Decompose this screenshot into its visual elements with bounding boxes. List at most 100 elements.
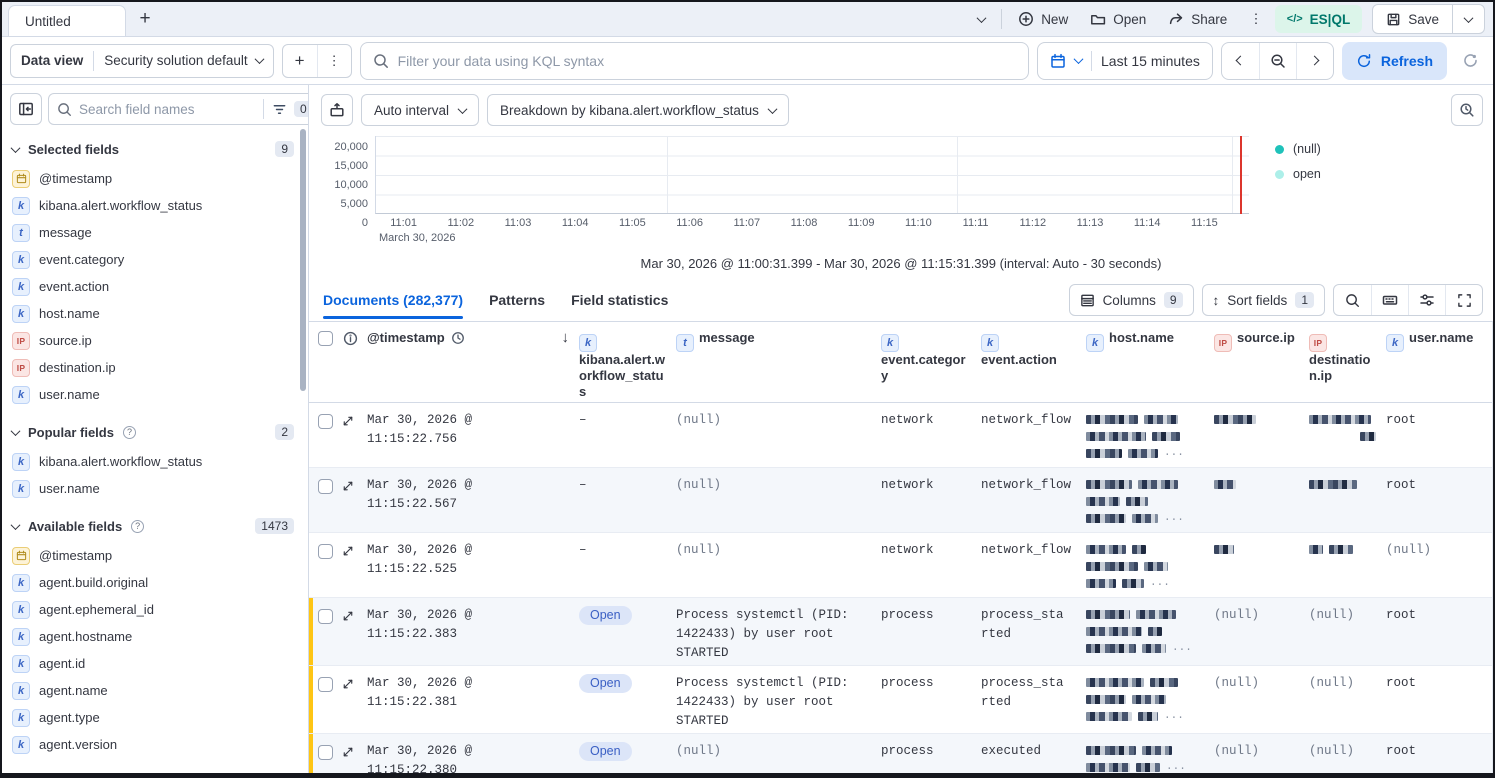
field-item-agent-type[interactable]: kagent.type: [10, 704, 298, 731]
row-checkbox[interactable]: [318, 544, 333, 559]
kql-search-box[interactable]: [360, 42, 1029, 80]
time-range-picker[interactable]: Last 15 minutes: [1037, 42, 1213, 80]
sort-fields-button[interactable]: ↕ Sort fields 1: [1202, 284, 1325, 316]
row-checkbox[interactable]: [318, 677, 333, 692]
cell-source-ip[interactable]: (null): [1212, 604, 1307, 665]
zoom-out-time-button[interactable]: [1259, 43, 1296, 79]
cell-workflow-status[interactable]: –: [577, 409, 674, 467]
columns-button[interactable]: Columns 9: [1069, 284, 1194, 316]
legend-item-open[interactable]: open: [1275, 167, 1485, 181]
column-header-event-category[interactable]: kevent.category: [879, 330, 979, 400]
cell-destination-ip[interactable]: (null): [1307, 604, 1384, 665]
cell-user-name[interactable]: root: [1384, 740, 1492, 773]
search-in-table-button[interactable]: [1334, 285, 1371, 315]
cell-destination-ip-redacted[interactable]: [1307, 539, 1384, 597]
cell-event-action[interactable]: executed: [979, 740, 1084, 773]
field-item-timestamp[interactable]: @timestamp: [10, 542, 298, 569]
field-item-timestamp[interactable]: @timestamp: [10, 165, 298, 192]
select-all-checkbox[interactable]: [318, 331, 333, 346]
row-checkbox[interactable]: [318, 414, 333, 429]
save-options-chevron[interactable]: [1452, 5, 1484, 33]
cell-message[interactable]: (null): [674, 539, 879, 597]
legend-item-null[interactable]: (null): [1275, 142, 1485, 156]
cell-message[interactable]: (null): [674, 740, 879, 773]
field-item-workflow-status[interactable]: kkibana.alert.workflow_status: [10, 192, 298, 219]
field-item-workflow-status[interactable]: kkibana.alert.workflow_status: [10, 448, 298, 475]
field-item-agent-ephemeral-id[interactable]: kagent.ephemeral_id: [10, 596, 298, 623]
cell-event-action[interactable]: network_flow: [979, 539, 1084, 597]
field-search-input[interactable]: [79, 102, 256, 117]
cell-timestamp[interactable]: Mar 30, 2026 @ 11:15:22.383: [365, 604, 577, 665]
chart-inspect-button[interactable]: [1451, 94, 1483, 126]
workflow-status-badge[interactable]: Open: [579, 742, 632, 761]
new-button[interactable]: New: [1008, 5, 1078, 33]
cell-event-action[interactable]: process_started: [979, 604, 1075, 665]
help-icon[interactable]: ?: [131, 520, 144, 533]
breakdown-selector[interactable]: Breakdown by kibana.alert.workflow_statu…: [487, 94, 789, 126]
cell-event-category[interactable]: process: [879, 740, 979, 773]
tab-untitled[interactable]: Untitled: [8, 5, 126, 36]
kql-filter-input[interactable]: [398, 53, 1016, 69]
data-view-selector[interactable]: Data view Security solution default: [10, 44, 274, 78]
field-item-event-action[interactable]: kevent.action: [10, 273, 298, 300]
field-item-event-category[interactable]: kevent.category: [10, 246, 298, 273]
more-options-button[interactable]: ⋮: [1239, 5, 1273, 33]
field-item-agent-version[interactable]: kagent.version: [10, 731, 298, 758]
expand-row-icon[interactable]: [342, 746, 354, 758]
section-collapse-chevron[interactable]: [11, 426, 21, 436]
cell-timestamp[interactable]: Mar 30, 2026 @ 11:15:22.381: [365, 672, 577, 733]
field-item-user-name[interactable]: kuser.name: [10, 381, 298, 408]
esql-toggle-button[interactable]: </> ES|QL: [1275, 5, 1362, 33]
field-filter-button[interactable]: 0: [263, 99, 309, 119]
workflow-status-badge[interactable]: Open: [579, 606, 632, 625]
expand-row-icon[interactable]: [342, 678, 354, 690]
row-checkbox[interactable]: [318, 479, 333, 494]
cell-host-name-redacted[interactable]: ...: [1084, 409, 1212, 467]
cell-message[interactable]: Process systemctl (PID: 1422433) by user…: [674, 604, 859, 665]
cell-timestamp[interactable]: Mar 30, 2026 @ 11:15:22.756: [365, 409, 577, 467]
cell-event-category[interactable]: network: [879, 539, 979, 597]
cell-message[interactable]: Process systemctl (PID: 1422433) by user…: [674, 672, 859, 733]
add-filter-button[interactable]: +: [283, 45, 317, 77]
section-collapse-chevron[interactable]: [11, 143, 21, 153]
cell-workflow-status[interactable]: –: [577, 539, 674, 597]
time-prev-button[interactable]: [1222, 43, 1259, 79]
column-header-destination-ip[interactable]: IPdestination.ip: [1307, 330, 1384, 400]
cell-host-name-redacted[interactable]: ...: [1084, 740, 1212, 773]
column-header-user-name[interactable]: kuser.name: [1384, 330, 1492, 400]
expand-row-icon[interactable]: [342, 415, 354, 427]
query-menu-button[interactable]: ⋮: [317, 45, 351, 77]
expand-row-icon[interactable]: [342, 480, 354, 492]
field-item-source-ip[interactable]: IPsource.ip: [10, 327, 298, 354]
field-item-destination-ip[interactable]: IPdestination.ip: [10, 354, 298, 381]
cell-user-name[interactable]: root: [1384, 604, 1492, 665]
tab-documents[interactable]: Documents (282,377): [323, 279, 463, 321]
cell-destination-ip-redacted[interactable]: [1307, 474, 1384, 532]
cell-destination-ip[interactable]: (null): [1307, 672, 1384, 733]
cell-host-name-redacted[interactable]: ...: [1084, 539, 1212, 597]
cell-source-ip[interactable]: (null): [1212, 672, 1307, 733]
share-button[interactable]: Share: [1158, 5, 1237, 33]
cell-source-ip-redacted[interactable]: [1212, 409, 1307, 467]
row-checkbox[interactable]: [318, 609, 333, 624]
cell-destination-ip-redacted[interactable]: [1307, 409, 1384, 467]
row-checkbox[interactable]: [318, 745, 333, 760]
field-item-agent-name[interactable]: kagent.name: [10, 677, 298, 704]
field-item-agent-build-original[interactable]: kagent.build.original: [10, 569, 298, 596]
cell-timestamp[interactable]: Mar 30, 2026 @ 11:15:22.567: [365, 474, 577, 532]
cell-event-category[interactable]: process: [879, 672, 979, 733]
cell-event-action[interactable]: network_flow: [979, 409, 1084, 467]
cell-user-name[interactable]: root: [1384, 672, 1492, 733]
cell-timestamp[interactable]: Mar 30, 2026 @ 11:15:22.525: [365, 539, 577, 597]
cell-event-action[interactable]: network_flow: [979, 474, 1084, 532]
display-options-button[interactable]: [1408, 285, 1445, 315]
section-collapse-chevron[interactable]: [11, 520, 21, 530]
refresh-button[interactable]: Refresh: [1342, 42, 1447, 80]
hide-chart-button[interactable]: [321, 94, 353, 126]
workflow-status-badge[interactable]: Open: [579, 674, 632, 693]
cell-timestamp[interactable]: Mar 30, 2026 @ 11:15:22.380: [365, 740, 577, 773]
fullscreen-button[interactable]: [1445, 285, 1482, 315]
keyboard-shortcuts-button[interactable]: [1371, 285, 1408, 315]
cell-user-name[interactable]: root: [1384, 409, 1492, 467]
cell-workflow-status[interactable]: –: [577, 474, 674, 532]
